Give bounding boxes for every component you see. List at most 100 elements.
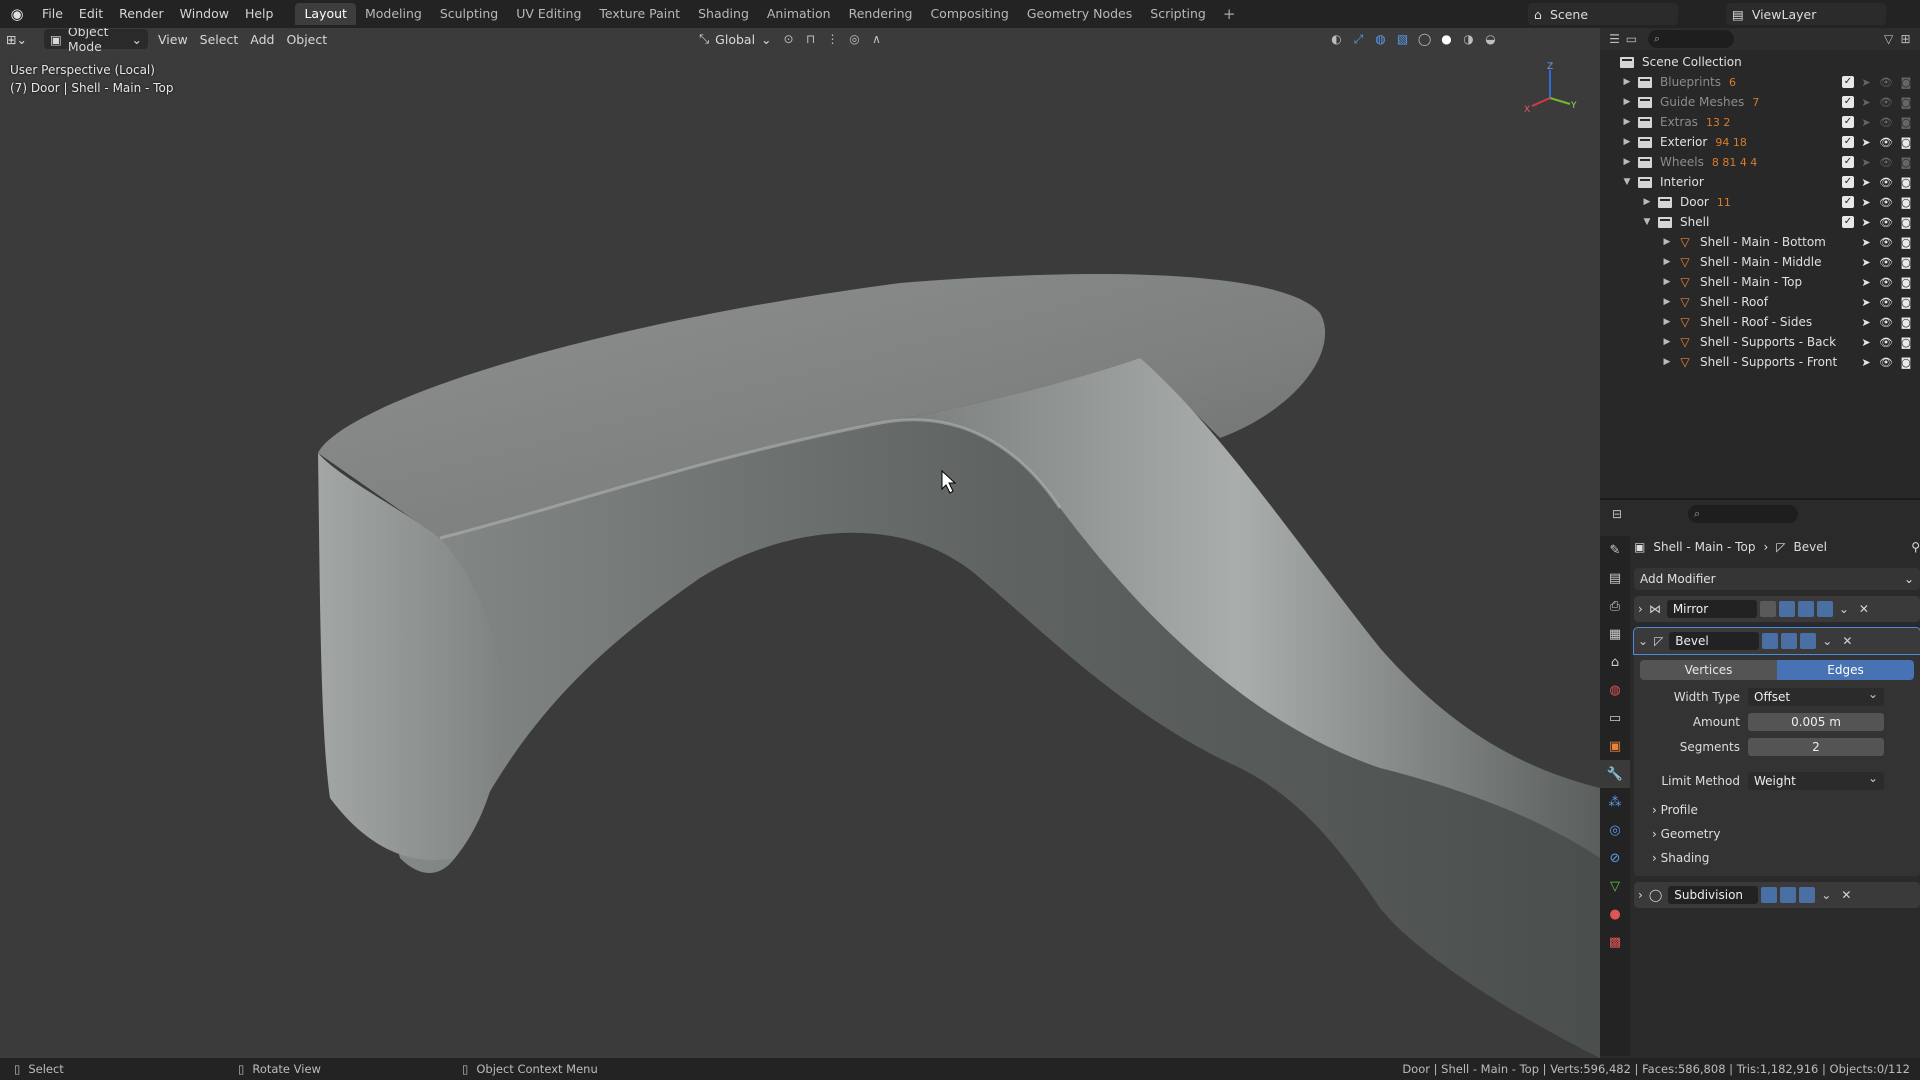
tab-layout[interactable]: Layout bbox=[295, 3, 356, 25]
outliner-row[interactable]: ▶ ▽ Shell - Roof ➤ 👁 ◙ bbox=[1600, 292, 1920, 312]
chevron-down-icon[interactable]: ⌄ bbox=[1638, 634, 1648, 648]
exclude-checkbox[interactable]: ✓ bbox=[1842, 136, 1854, 148]
camera-icon[interactable]: ◙ bbox=[1898, 336, 1914, 349]
select-toggle-icon[interactable]: ➤ bbox=[1858, 336, 1874, 349]
expand-right-icon[interactable]: ▶ bbox=[1620, 137, 1634, 147]
render-tab-icon[interactable]: ▤ bbox=[1600, 564, 1630, 592]
expand-right-icon[interactable]: ▶ bbox=[1660, 237, 1674, 247]
bevel-modifier-panel[interactable]: ⌄ ◸ Bevel ⌄ ✕ bbox=[1633, 627, 1920, 655]
expand-right-icon[interactable]: ▶ bbox=[1640, 197, 1654, 207]
pin-icon[interactable]: ⚲ bbox=[1911, 540, 1920, 554]
camera-icon[interactable]: ◙ bbox=[1898, 196, 1914, 209]
tab-rendering[interactable]: Rendering bbox=[840, 3, 922, 25]
outliner-row[interactable]: ▶ ▽ Shell - Supports - Back ➤ 👁 ◙ bbox=[1600, 332, 1920, 352]
tool-tab-icon[interactable]: ✎ bbox=[1600, 536, 1630, 564]
tab-uv-editing[interactable]: UV Editing bbox=[507, 3, 590, 25]
camera-icon[interactable]: ◙ bbox=[1898, 216, 1914, 229]
outliner-row[interactable]: ▶ Extras 13 2 ✓ ➤ 👁 ◙ bbox=[1600, 112, 1920, 132]
tab-geometry-nodes[interactable]: Geometry Nodes bbox=[1018, 3, 1141, 25]
eye-icon[interactable]: 👁 bbox=[1878, 316, 1894, 329]
viewport-toggle-icon[interactable] bbox=[1797, 601, 1814, 617]
expand-right-icon[interactable]: ▶ bbox=[1620, 77, 1634, 87]
outliner-editor-icon[interactable]: ☰ bbox=[1606, 28, 1623, 50]
chevron-down-icon[interactable]: ⌄ bbox=[1822, 634, 1832, 648]
viewlayer-selector[interactable]: ▤ ViewLayer bbox=[1726, 3, 1886, 25]
eye-icon[interactable]: 👁 bbox=[1878, 256, 1894, 269]
exclude-checkbox[interactable]: ✓ bbox=[1842, 116, 1854, 128]
eye-icon[interactable]: 👁 bbox=[1878, 276, 1894, 289]
eye-icon[interactable]: 👁 bbox=[1878, 236, 1894, 249]
select-toggle-icon[interactable]: ➤ bbox=[1858, 136, 1874, 149]
expand-right-icon[interactable]: ▶ bbox=[1660, 297, 1674, 307]
select-toggle-icon[interactable]: ➤ bbox=[1858, 156, 1874, 169]
camera-icon[interactable]: ◙ bbox=[1898, 76, 1914, 89]
select-toggle-icon[interactable]: ➤ bbox=[1858, 236, 1874, 249]
scene-selector[interactable]: ⌂ Scene bbox=[1528, 3, 1678, 25]
select-toggle-icon[interactable]: ➤ bbox=[1858, 96, 1874, 109]
outliner-row[interactable]: ▶ Door 11 ✓ ➤ 👁 ◙ bbox=[1600, 192, 1920, 212]
render-toggle-icon[interactable] bbox=[1800, 633, 1817, 649]
falloff-icon[interactable]: ∧ bbox=[866, 28, 888, 50]
menu-help[interactable]: Help bbox=[237, 0, 282, 28]
outliner-row[interactable]: ▶ ▽ Shell - Roof - Sides ➤ 👁 ◙ bbox=[1600, 312, 1920, 332]
add-modifier-button[interactable]: Add Modifier ⌄ bbox=[1634, 568, 1920, 590]
eye-icon[interactable]: 👁 bbox=[1878, 156, 1894, 169]
eye-icon[interactable]: 👁 bbox=[1878, 96, 1894, 109]
physics-tab-icon[interactable]: ◎ bbox=[1600, 816, 1630, 844]
outliner-row[interactable]: ▶ Exterior 94 18 ✓ ➤ 👁 ◙ bbox=[1600, 132, 1920, 152]
width-type-dropdown[interactable]: Offset bbox=[1748, 685, 1884, 706]
affect-vertices-button[interactable]: Vertices bbox=[1640, 660, 1777, 680]
cage-toggle-icon[interactable] bbox=[1761, 887, 1778, 903]
render-toggle-icon[interactable] bbox=[1816, 601, 1833, 617]
viewport-toggle-icon[interactable] bbox=[1781, 633, 1798, 649]
particles-tab-icon[interactable]: ⁂ bbox=[1600, 788, 1630, 816]
menu-file[interactable]: File bbox=[34, 0, 71, 28]
outliner-row[interactable]: ▼ Interior ✓ ➤ 👁 ◙ bbox=[1600, 172, 1920, 192]
tab-sculpting[interactable]: Sculpting bbox=[431, 3, 507, 25]
camera-icon[interactable]: ◙ bbox=[1898, 176, 1914, 189]
exclude-checkbox[interactable]: ✓ bbox=[1842, 156, 1854, 168]
chevron-down-icon[interactable]: ⌄ bbox=[1839, 602, 1849, 616]
blender-logo-icon[interactable]: ◉ bbox=[0, 0, 34, 28]
modifier-tab-icon[interactable]: 🔧 bbox=[1600, 760, 1630, 788]
chevron-right-icon[interactable]: › bbox=[1638, 888, 1643, 902]
tab-texture-paint[interactable]: Texture Paint bbox=[590, 3, 689, 25]
camera-icon[interactable]: ◙ bbox=[1898, 296, 1914, 309]
menu-object[interactable]: Object bbox=[280, 29, 333, 49]
tab-modeling[interactable]: Modeling bbox=[356, 3, 431, 25]
eye-icon[interactable]: 👁 bbox=[1878, 336, 1894, 349]
select-toggle-icon[interactable]: ➤ bbox=[1858, 356, 1874, 369]
view-layer-tab-icon[interactable]: ▦ bbox=[1600, 620, 1630, 648]
select-toggle-icon[interactable]: ➤ bbox=[1858, 116, 1874, 129]
exclude-checkbox[interactable]: ✓ bbox=[1842, 216, 1854, 228]
collection-tab-icon[interactable]: ▭ bbox=[1600, 704, 1630, 732]
exclude-checkbox[interactable]: ✓ bbox=[1842, 196, 1854, 208]
outliner-row[interactable]: ▶ ▽ Shell - Main - Top ➤ 👁 ◙ bbox=[1600, 272, 1920, 292]
expand-down-icon[interactable]: ▼ bbox=[1640, 217, 1654, 227]
cage-toggle-icon[interactable] bbox=[1778, 601, 1795, 617]
select-toggle-icon[interactable]: ➤ bbox=[1858, 316, 1874, 329]
output-tab-icon[interactable]: ⎙ bbox=[1600, 592, 1630, 620]
properties-editor-icon[interactable]: ⊟ bbox=[1606, 503, 1628, 525]
properties-search-input[interactable]: ⌕ bbox=[1688, 505, 1798, 523]
edit-mode-toggle-icon[interactable] bbox=[1759, 601, 1776, 617]
data-tab-icon[interactable]: ▽ bbox=[1600, 872, 1630, 900]
scene-collection-row[interactable]: Scene Collection bbox=[1600, 52, 1920, 72]
new-collection-icon[interactable]: ⊞ bbox=[1897, 28, 1914, 50]
exclude-checkbox[interactable]: ✓ bbox=[1842, 96, 1854, 108]
segments-field[interactable]: 2 bbox=[1748, 738, 1884, 756]
filter-icon[interactable]: ▽ bbox=[1880, 28, 1897, 50]
editor-type-button[interactable]: ⊞⌄ bbox=[0, 29, 40, 49]
expand-right-icon[interactable]: ▶ bbox=[1660, 357, 1674, 367]
exclude-checkbox[interactable]: ✓ bbox=[1842, 176, 1854, 188]
xray-icon[interactable]: ▧ bbox=[1392, 28, 1414, 50]
texture-tab-icon[interactable]: ▩ bbox=[1600, 928, 1630, 956]
camera-icon[interactable]: ◙ bbox=[1898, 116, 1914, 129]
constraints-tab-icon[interactable]: ⊘ bbox=[1600, 844, 1630, 872]
expand-right-icon[interactable]: ▶ bbox=[1620, 117, 1634, 127]
gizmo-toggle-icon[interactable]: ⤢ bbox=[1348, 28, 1370, 50]
overlays-icon[interactable]: ◍ bbox=[1370, 28, 1392, 50]
subdivision-modifier-panel[interactable]: › ◯ Subdivision ⌄ ✕ bbox=[1634, 882, 1920, 908]
solid-shading-icon[interactable]: ● bbox=[1436, 28, 1458, 50]
expand-right-icon[interactable]: ▶ bbox=[1660, 337, 1674, 347]
